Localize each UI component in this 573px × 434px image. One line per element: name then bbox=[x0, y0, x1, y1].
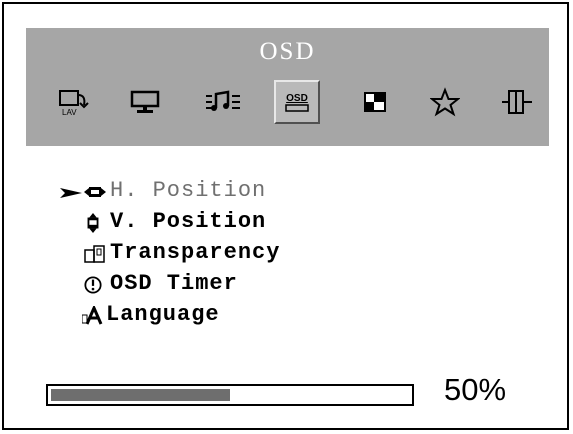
menu-item-language[interactable]: Language bbox=[62, 302, 382, 330]
menu-item-label: V. Position bbox=[110, 209, 267, 234]
slider-fill bbox=[51, 389, 230, 401]
language-icon bbox=[82, 306, 103, 325]
exit-icon bbox=[502, 90, 532, 114]
osd-title: OSD bbox=[259, 38, 316, 65]
value-percent: 50% bbox=[444, 372, 507, 407]
menu-item-label: OSD Timer bbox=[110, 271, 238, 296]
star-icon bbox=[430, 87, 460, 117]
value-slider[interactable] bbox=[46, 384, 414, 406]
vertical-position-icon bbox=[87, 213, 99, 233]
tab-reset[interactable]: LAV bbox=[50, 80, 96, 124]
tab-audio[interactable] bbox=[200, 80, 246, 124]
timer-icon bbox=[84, 276, 102, 294]
tab-exit[interactable] bbox=[494, 80, 540, 124]
color-icon bbox=[364, 92, 386, 112]
horizontal-position-icon bbox=[84, 187, 106, 197]
menu-item-label: Language bbox=[106, 302, 220, 327]
tab-color[interactable] bbox=[352, 80, 398, 124]
osd-header: OSD LAV OSD bbox=[26, 28, 549, 146]
menu-item-v-position[interactable]: V. Position bbox=[62, 209, 382, 237]
menu-item-label: Transparency bbox=[110, 240, 281, 265]
transparency-icon bbox=[84, 245, 105, 263]
reset-icon-label: LAV bbox=[62, 108, 77, 117]
tab-favorite[interactable] bbox=[422, 80, 468, 124]
audio-icon bbox=[206, 90, 240, 111]
menu-item-osd-timer[interactable]: OSD Timer bbox=[62, 271, 382, 299]
monitor-icon bbox=[130, 90, 160, 113]
menu-item-transparency[interactable]: Transparency bbox=[62, 240, 382, 268]
osd-icon-label: OSD bbox=[286, 93, 308, 104]
tab-bar: LAV OSD bbox=[26, 76, 549, 136]
tab-osd[interactable]: OSD bbox=[274, 80, 320, 124]
tab-monitor[interactable] bbox=[122, 80, 168, 124]
menu-item-label: H. Position bbox=[110, 178, 267, 203]
menu-item-h-position[interactable]: H. Position bbox=[60, 178, 382, 206]
osd-icon: OSD bbox=[285, 93, 309, 112]
selection-pointer-icon bbox=[60, 188, 82, 198]
reset-icon: LAV bbox=[59, 90, 89, 117]
